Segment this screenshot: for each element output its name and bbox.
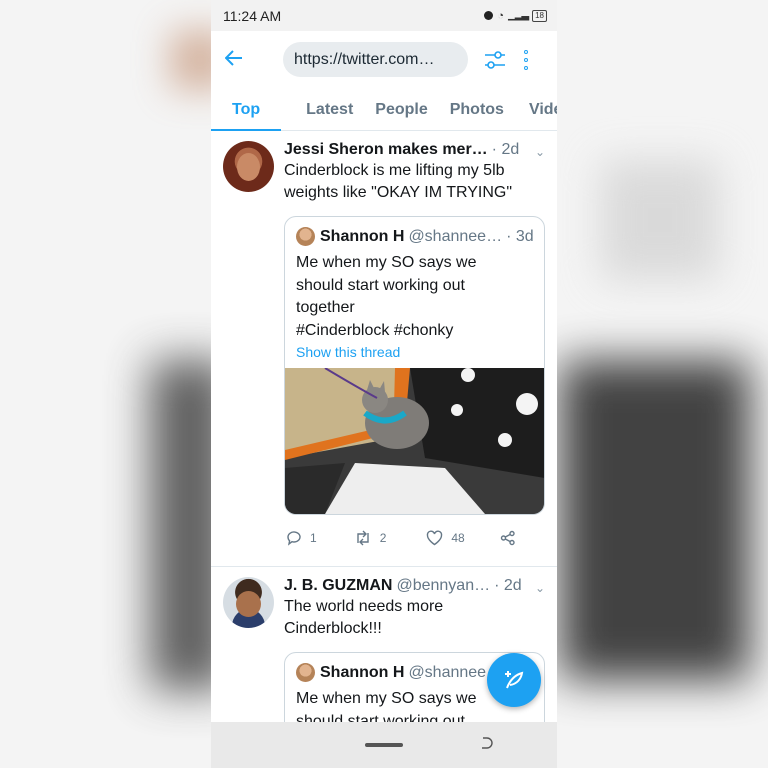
avatar[interactable] [223,577,274,628]
quoted-avatar [296,663,315,682]
tab-photos[interactable]: Photos [450,101,504,130]
tab-videos[interactable]: Video [529,101,557,130]
quoted-author-handle: @shannee… [408,227,503,245]
quoted-media-image[interactable] [285,368,544,514]
reply-icon [287,531,301,546]
show-thread-link[interactable]: Show this thread [285,342,544,368]
chevron-down-icon[interactable]: ⌄ [535,145,545,159]
tweet-time: · 2d [491,141,520,158]
battery-icon: 18 [532,9,547,22]
tweet-text: The world needs more Cinderblock!!! [284,598,444,637]
quoted-author-name: Shannon H [320,227,405,245]
quoted-text: Me when my SO says we should start worki… [296,254,477,339]
reply-count: 1 [310,531,317,545]
tweet-text: Cinderblock is me lifting my 5lb weights… [284,162,513,201]
search-tabs: Top Latest People Photos Video [211,88,557,131]
back-arrow-icon[interactable] [224,48,251,72]
tweet[interactable]: ⌄ Jessi Sheron makes mer… · 2d Cinderblo… [211,131,557,567]
tweet-time: · 2d [494,577,522,594]
like-count: 48 [451,531,465,545]
chevron-down-icon[interactable]: ⌄ [535,581,545,595]
like-icon [427,530,443,546]
status-time: 11:24 AM [223,7,282,24]
back-nav-icon[interactable] [479,736,493,755]
browser-toolbar: https://twitter.com… [211,31,557,88]
status-bar: 11:24 AM ◔ ▁▂▃ 18 [211,0,557,31]
compose-icon [505,671,524,689]
dnd-icon [484,11,494,20]
share-button[interactable] [500,530,516,546]
avatar[interactable] [223,141,274,192]
tab-people[interactable]: People [375,101,427,130]
retweet-count: 2 [379,531,387,545]
quoted-tweet[interactable]: Shannon H @shannee… · 3d Me when my SO s… [284,216,545,515]
tweet-actions: 1 2 48 [284,515,545,561]
tab-top[interactable]: Top [232,101,260,130]
url-field[interactable]: https://twitter.com… [283,42,468,77]
tweet-author-name[interactable]: Jessi Sheron makes mer… [284,141,488,159]
quoted-time: · 3d [506,227,534,245]
share-icon [500,530,515,546]
phone-screen: 11:24 AM ◔ ▁▂▃ 18 https://twitter.com… T… [211,0,557,768]
retweet-button[interactable]: 2 [354,530,387,546]
reply-button[interactable]: 1 [286,530,317,546]
signal-icon: ▁▂▃ [508,10,529,21]
more-vert-icon[interactable] [521,49,531,70]
tweet-author-name[interactable]: J. B. GUZMAN [284,577,392,595]
tweet-author-handle[interactable]: @bennyan… [396,577,490,595]
quoted-avatar [296,227,315,246]
quoted-author-name: Shannon H [320,663,405,681]
system-nav-bar [211,722,557,768]
tab-latest[interactable]: Latest [306,101,353,130]
compose-tweet-button[interactable] [487,653,541,707]
home-button[interactable] [365,743,403,747]
wifi-icon: ◔ [497,9,505,22]
filter-icon[interactable] [483,48,507,72]
like-button[interactable]: 48 [426,530,465,546]
retweet-icon [356,530,369,546]
